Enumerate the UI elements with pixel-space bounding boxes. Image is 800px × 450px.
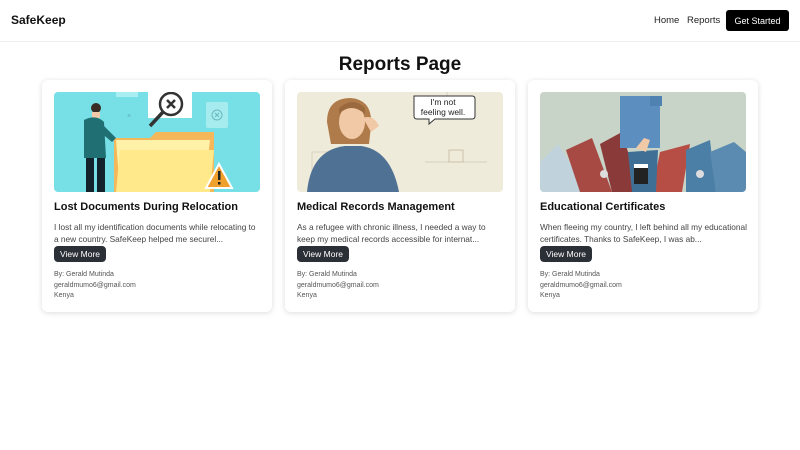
page-title: Reports Page bbox=[338, 54, 462, 75]
report-card: I'm not feeling well. Medical Records Ma… bbox=[285, 80, 515, 312]
view-more-button[interactable]: View More bbox=[540, 245, 592, 262]
brand-logo[interactable]: SafeKeep bbox=[11, 13, 66, 27]
card-title: Lost Documents During Relocation bbox=[54, 201, 238, 213]
report-card: × Lost Documents During Relocation I los… bbox=[42, 80, 272, 312]
lost-documents-image: × bbox=[54, 92, 260, 192]
card-title: Educational Certificates bbox=[540, 201, 666, 213]
card-meta: By: Gerald Mutinda geraldmumo6@gmail.com… bbox=[540, 270, 622, 302]
get-started-button[interactable]: Get Started bbox=[726, 10, 789, 31]
card-excerpt: When fleeing my country, I left behind a… bbox=[540, 222, 747, 245]
card-description: When fleeing my country, I left behind a… bbox=[540, 221, 748, 262]
author-country: Kenya bbox=[54, 292, 74, 299]
author-name: By: Gerald Mutinda bbox=[54, 271, 114, 278]
author-name: By: Gerald Mutinda bbox=[297, 271, 357, 278]
nav-link-home[interactable]: Home bbox=[654, 15, 679, 26]
binders-folder-image bbox=[540, 92, 746, 192]
author-country: Kenya bbox=[297, 292, 317, 299]
author-name: By: Gerald Mutinda bbox=[540, 271, 600, 278]
navbar: SafeKeep Home Reports Get Started bbox=[0, 0, 800, 42]
report-card: Educational Certificates When fleeing my… bbox=[528, 80, 758, 312]
card-meta: By: Gerald Mutinda geraldmumo6@gmail.com… bbox=[54, 270, 136, 302]
view-more-button[interactable]: View More bbox=[54, 245, 106, 262]
author-email: geraldmumo6@gmail.com bbox=[297, 281, 379, 289]
card-excerpt: As a refugee with chronic illness, I nee… bbox=[297, 222, 486, 245]
card-title: Medical Records Management bbox=[297, 201, 455, 213]
svg-text:×: × bbox=[127, 113, 131, 120]
card-excerpt: I lost all my identification documents w… bbox=[54, 222, 256, 245]
speech-bubble-line-1: I'm not bbox=[430, 97, 456, 107]
view-more-button[interactable]: View More bbox=[297, 245, 349, 262]
author-country: Kenya bbox=[540, 292, 560, 299]
nav-link-reports[interactable]: Reports bbox=[687, 15, 720, 26]
author-email: geraldmumo6@gmail.com bbox=[54, 281, 136, 289]
card-meta: By: Gerald Mutinda geraldmumo6@gmail.com… bbox=[297, 270, 379, 302]
speech-bubble-line-2: feeling well. bbox=[421, 107, 465, 117]
card-description: As a refugee with chronic illness, I nee… bbox=[297, 221, 505, 262]
author-email: geraldmumo6@gmail.com bbox=[540, 281, 622, 289]
unwell-woman-image: I'm not feeling well. bbox=[297, 92, 503, 192]
card-description: I lost all my identification documents w… bbox=[54, 221, 262, 262]
